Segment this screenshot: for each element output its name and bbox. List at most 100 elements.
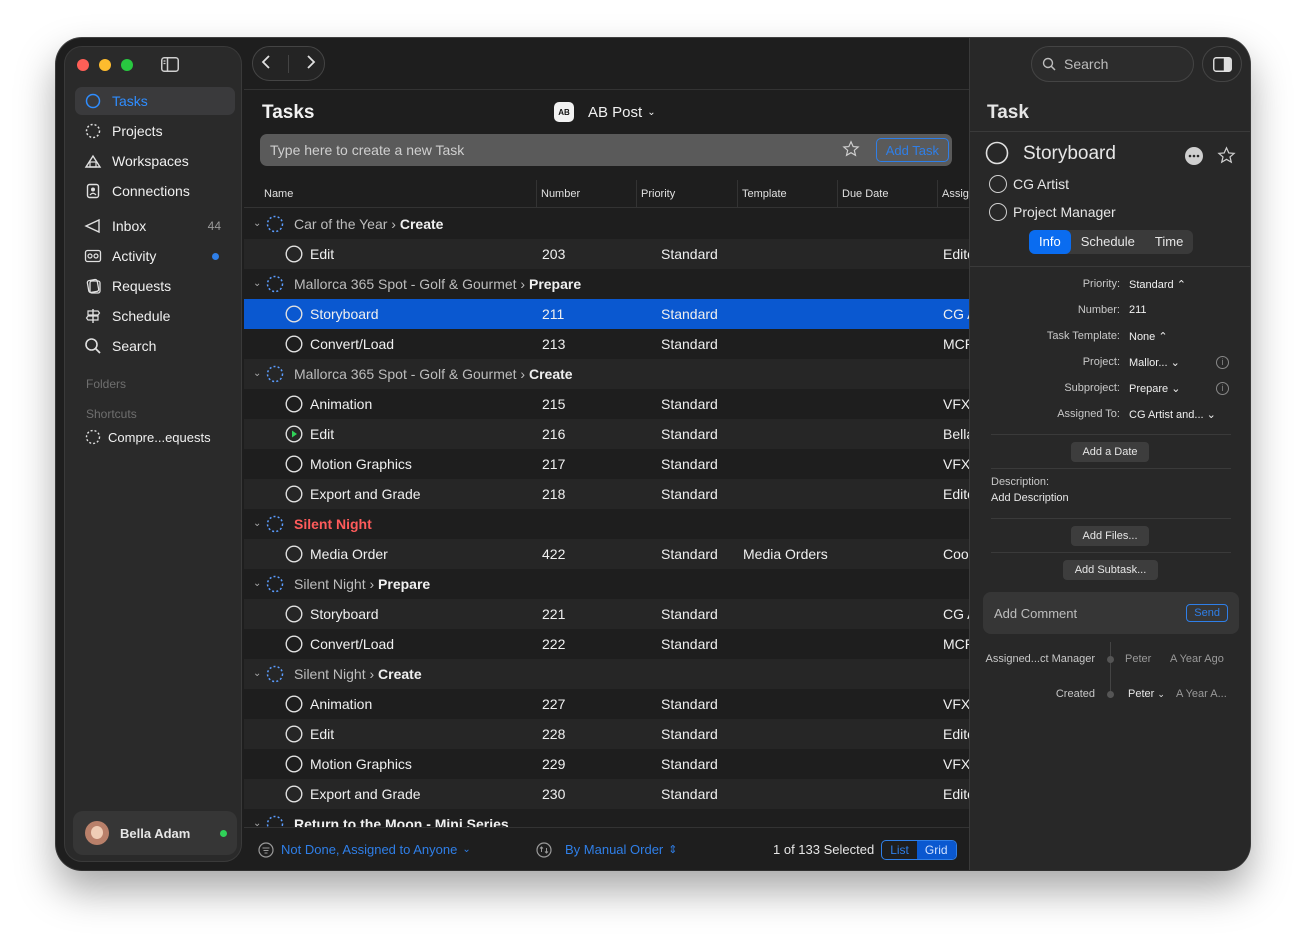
task-status-circle-icon[interactable]	[285, 725, 303, 746]
task-row[interactable]: Motion Graphics 217 Standard VFX	[244, 449, 969, 479]
add-date-button[interactable]: Add a Date	[1071, 442, 1149, 462]
info-icon[interactable]: i	[1216, 356, 1229, 369]
chevron-down-icon[interactable]: ⌄	[253, 569, 261, 599]
inspector-toggle-button[interactable]	[1202, 46, 1242, 82]
workspace-selector[interactable]: AB AB Post ⌄	[554, 102, 656, 122]
sidebar-item-search[interactable]: Search	[75, 332, 235, 360]
task-row[interactable]: Storyboard 211 Standard CG A	[244, 299, 969, 329]
sort-button[interactable]: By Manual Order ⇕	[536, 828, 677, 870]
sidebar-item-workspaces[interactable]: Workspaces	[75, 147, 235, 175]
task-row[interactable]: Edit 216 Standard Bella	[244, 419, 969, 449]
column-header-name[interactable]: Name	[260, 180, 293, 208]
star-icon[interactable]	[842, 140, 860, 158]
task-status-circle-icon[interactable]	[285, 605, 303, 626]
task-status-circle-icon[interactable]	[285, 245, 303, 266]
grid-view-button[interactable]: Grid	[916, 840, 956, 859]
assignee-project-manager[interactable]: Project Manager	[989, 203, 1116, 221]
task-name: Edit	[310, 246, 335, 262]
project-group-row[interactable]: ⌄ Mallorca 365 Spot - Golf & Gourmet › Pr…	[244, 269, 969, 299]
task-row[interactable]: Edit 228 Standard Edito	[244, 719, 969, 749]
task-status-circle-icon[interactable]	[285, 545, 303, 566]
task-row[interactable]: Export and Grade 218 Standard Edito	[244, 479, 969, 509]
task-title[interactable]: Storyboard	[1023, 143, 1116, 165]
new-task-input[interactable]	[270, 142, 830, 158]
column-header-assigned[interactable]: Assig	[937, 180, 969, 208]
task-row[interactable]: Storyboard 221 Standard CG A	[244, 599, 969, 629]
assignee-cg-artist[interactable]: CG Artist	[989, 175, 1069, 193]
add-subtask-button[interactable]: Add Subtask...	[1063, 560, 1158, 580]
field-value[interactable]: None ⌃	[1129, 330, 1168, 343]
field-value[interactable]: 211	[1129, 304, 1147, 316]
activity-user[interactable]: Peter ⌄	[1128, 688, 1165, 700]
task-status-circle-icon[interactable]	[285, 695, 303, 716]
task-row[interactable]: Media Order 422 Standard Media Orders Coor	[244, 539, 969, 569]
task-row[interactable]: Animation 215 Standard VFX	[244, 389, 969, 419]
sidebar-item-inbox[interactable]: Inbox 44	[75, 212, 235, 240]
task-status-circle-icon[interactable]	[285, 395, 303, 416]
project-group-row[interactable]: ⌄ Car of the Year › Create	[244, 209, 969, 239]
star-icon[interactable]	[1217, 146, 1236, 165]
sidebar-toggle-icon[interactable]	[161, 57, 179, 72]
column-header-template[interactable]: Template	[737, 180, 787, 208]
list-view-button[interactable]: List	[882, 841, 917, 859]
column-header-due-date[interactable]: Due Date	[837, 180, 888, 208]
send-button[interactable]: Send	[1186, 604, 1228, 622]
description-field[interactable]: Add Description	[991, 492, 1069, 504]
back-button[interactable]	[261, 54, 271, 73]
more-options-icon[interactable]	[1185, 147, 1203, 165]
column-header-priority[interactable]: Priority	[636, 180, 675, 208]
task-row[interactable]: Convert/Load 213 Standard MCR	[244, 329, 969, 359]
minimize-window-button[interactable]	[99, 59, 111, 71]
project-group-row[interactable]: ⌄ Silent Night	[244, 509, 969, 539]
tab-schedule[interactable]: Schedule	[1071, 230, 1145, 254]
field-value[interactable]: CG Artist and... ⌄	[1129, 408, 1216, 421]
project-group-row[interactable]: ⌄ Silent Night › Create	[244, 659, 969, 689]
chevron-down-icon[interactable]: ⌄	[253, 509, 261, 539]
task-row[interactable]: Export and Grade 230 Standard Edito	[244, 779, 969, 809]
task-status-circle-icon[interactable]	[285, 335, 303, 356]
task-row[interactable]: Convert/Load 222 Standard MCR	[244, 629, 969, 659]
task-status-circle-icon[interactable]	[285, 305, 303, 326]
sidebar-shortcut-item[interactable]: Compre...equests	[75, 423, 235, 451]
info-icon[interactable]: i	[1216, 382, 1229, 395]
sidebar-item-tasks[interactable]: Tasks	[75, 87, 235, 115]
project-group-row[interactable]: ⌄ Return to the Moon - Mini Series	[244, 809, 969, 827]
task-status-circle-icon[interactable]	[285, 755, 303, 776]
field-value[interactable]: Prepare ⌄	[1129, 382, 1180, 395]
comment-input[interactable]: Add Comment Send	[983, 592, 1239, 634]
tab-time[interactable]: Time	[1145, 230, 1193, 254]
add-task-button[interactable]: Add Task	[875, 138, 949, 162]
task-status-circle-icon[interactable]	[285, 635, 303, 656]
chevron-down-icon[interactable]: ⌄	[253, 269, 261, 299]
task-status-circle-icon[interactable]	[285, 785, 303, 806]
sidebar-item-requests[interactable]: Requests	[75, 272, 235, 300]
chevron-down-icon[interactable]: ⌄	[253, 809, 261, 827]
task-status-circle-icon[interactable]	[285, 485, 303, 506]
chevron-down-icon[interactable]: ⌄	[253, 359, 261, 389]
forward-button[interactable]	[306, 54, 316, 73]
filter-button[interactable]: Not Done, Assigned to Anyone ⌄	[258, 828, 471, 870]
task-row[interactable]: Edit 203 Standard Edito	[244, 239, 969, 269]
chevron-down-icon[interactable]: ⌄	[253, 209, 261, 239]
task-status-circle-icon[interactable]	[985, 141, 1009, 165]
in-progress-icon[interactable]	[285, 425, 303, 446]
task-row[interactable]: Motion Graphics 229 Standard VFX	[244, 749, 969, 779]
project-group-row[interactable]: ⌄ Mallorca 365 Spot - Golf & Gourmet › Cr…	[244, 359, 969, 389]
add-files-button[interactable]: Add Files...	[1071, 526, 1149, 546]
sidebar-item-activity[interactable]: Activity	[75, 242, 235, 270]
task-row[interactable]: Animation 227 Standard VFX	[244, 689, 969, 719]
search-field[interactable]: Search	[1031, 46, 1194, 82]
zoom-window-button[interactable]	[121, 59, 133, 71]
field-value[interactable]: Standard ⌃	[1129, 278, 1186, 291]
field-value[interactable]: Mallor... ⌄	[1129, 356, 1180, 369]
task-status-circle-icon[interactable]	[285, 455, 303, 476]
sidebar-item-schedule[interactable]: Schedule	[75, 302, 235, 330]
close-window-button[interactable]	[77, 59, 89, 71]
chevron-down-icon[interactable]: ⌄	[253, 659, 261, 689]
project-group-row[interactable]: ⌄ Silent Night › Prepare	[244, 569, 969, 599]
tab-info[interactable]: Info	[1029, 230, 1071, 254]
column-header-number[interactable]: Number	[536, 180, 580, 208]
user-profile-card[interactable]: Bella Adam	[73, 811, 237, 855]
sidebar-item-connections[interactable]: Connections	[75, 177, 235, 205]
sidebar-item-projects[interactable]: Projects	[75, 117, 235, 145]
